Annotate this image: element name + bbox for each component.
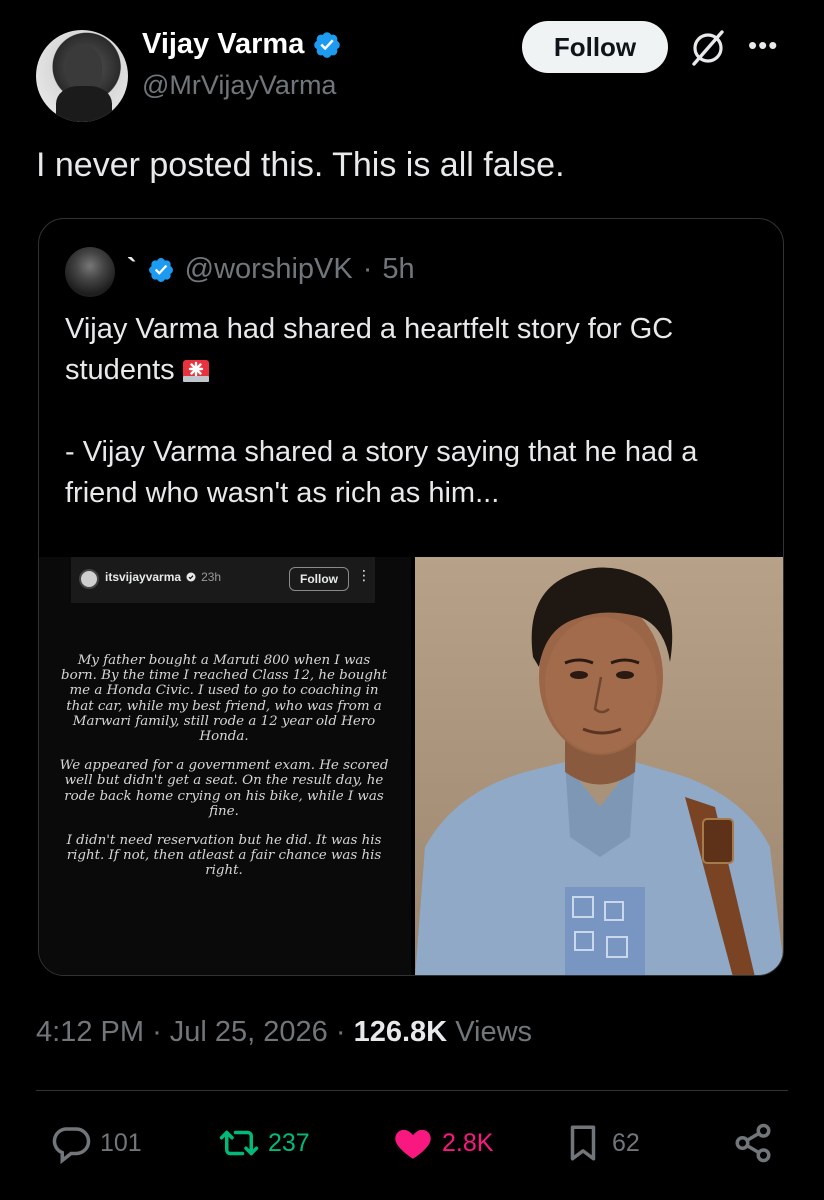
bookmark-count: 62 (612, 1128, 640, 1157)
separator-dot: · (335, 1016, 346, 1048)
quoted-tweet-text: Vijay Varma had shared a heartfelt story… (65, 309, 765, 514)
story-screenshot-image[interactable]: itsvijayvarma 23h Follow ⋮ My father bou… (39, 557, 411, 975)
bookmark-button[interactable]: 62 (562, 1122, 640, 1164)
quoted-author-avatar[interactable] (65, 247, 115, 297)
quoted-author-name[interactable]: ` (127, 253, 137, 286)
story-text: My father bought a Maruti 800 when I was… (59, 653, 389, 893)
tweet-date[interactable]: Jul 25, 2026 (170, 1016, 328, 1048)
story-paragraph: My father bought a Maruti 800 when I was… (61, 653, 387, 745)
tweet-meta: 4:12 PM · Jul 25, 2026 · 126.8K Views (36, 1016, 532, 1049)
tweet-text: I never posted this. This is all false. (36, 146, 565, 184)
follow-button[interactable]: Follow (522, 21, 668, 73)
author-avatar[interactable] (36, 30, 128, 122)
tweet-time[interactable]: 4:12 PM (36, 1016, 144, 1048)
separator-dot: · (152, 1016, 162, 1048)
separator-dot: · (362, 253, 373, 285)
siren-emoji-icon (182, 360, 209, 382)
insta-avatar (79, 569, 99, 589)
author-name-row[interactable]: Vijay Varma (142, 28, 342, 61)
repost-count: 237 (268, 1128, 310, 1157)
quoted-text-line1: Vijay Varma had shared a heartfelt story… (65, 313, 674, 386)
insta-username: itsvijayvarma (105, 570, 182, 584)
insta-story-header: itsvijayvarma 23h Follow ⋮ (71, 557, 375, 603)
insta-more-icon: ⋮ (357, 567, 371, 583)
share-icon (735, 1123, 771, 1163)
verified-badge-icon (186, 572, 196, 582)
author-handle[interactable]: @MrVijayVarma (142, 70, 336, 101)
story-paragraph: I didn't need reservation but he did. It… (66, 833, 382, 879)
like-button[interactable]: 2.8K (392, 1122, 493, 1164)
quoted-time[interactable]: 5h (382, 253, 414, 286)
portrait-photo-image[interactable] (415, 557, 783, 975)
more-options-icon[interactable]: ••• (748, 30, 778, 61)
reply-button[interactable]: 101 (50, 1122, 142, 1164)
insta-follow-button: Follow (289, 567, 349, 591)
reply-count: 101 (100, 1128, 142, 1157)
insta-user-row: itsvijayvarma 23h (105, 570, 221, 584)
bookmark-icon (570, 1125, 596, 1161)
quoted-tweet-header: ` @worshipVK · 5h (127, 253, 415, 286)
verified-badge-icon (314, 31, 341, 58)
quoted-author-handle[interactable]: @worshipVK (185, 253, 353, 286)
share-button[interactable] (732, 1122, 774, 1164)
views-count[interactable]: 126.8K (354, 1016, 448, 1048)
quoted-text-line2: - Vijay Varma shared a story saying that… (65, 436, 698, 509)
repost-button[interactable]: 237 (218, 1122, 310, 1164)
author-name[interactable]: Vijay Varma (142, 28, 304, 61)
insta-time: 23h (201, 570, 222, 584)
quoted-tweet-card[interactable]: ` @worshipVK · 5h Vijay Varma had shared… (38, 218, 784, 976)
repost-icon (219, 1130, 259, 1156)
avatar-body (56, 86, 112, 122)
grok-icon[interactable] (686, 26, 730, 70)
story-paragraph: We appeared for a government exam. He sc… (59, 758, 389, 819)
views-label[interactable]: Views (455, 1016, 532, 1048)
heart-icon (395, 1129, 431, 1159)
verified-badge-icon (148, 257, 173, 282)
reply-icon (52, 1127, 91, 1164)
divider (36, 1090, 788, 1091)
portrait-illustration (415, 567, 783, 975)
like-count: 2.8K (442, 1128, 494, 1157)
